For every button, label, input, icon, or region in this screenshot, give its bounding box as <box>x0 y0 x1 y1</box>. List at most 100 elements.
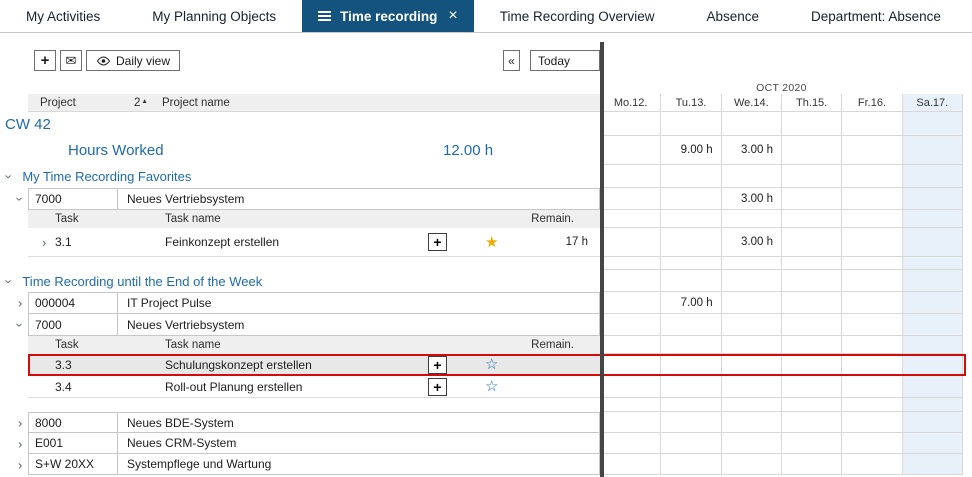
project-name-cell[interactable]: Neues Vertriebsystem <box>118 188 600 210</box>
day-cell[interactable] <box>600 433 660 454</box>
chevron-down-icon[interactable] <box>14 323 27 327</box>
day-cell[interactable] <box>721 314 781 336</box>
tab-my-activities[interactable]: My Activities <box>0 0 126 32</box>
project-name-cell[interactable]: Neues Vertriebsystem <box>118 314 600 336</box>
day-cell[interactable] <box>781 112 841 136</box>
day-cell[interactable] <box>841 398 901 412</box>
day-cell[interactable] <box>841 454 901 475</box>
day-cell[interactable] <box>781 454 841 475</box>
day-cell[interactable]: 7.00 h <box>660 292 720 314</box>
day-cell[interactable] <box>841 228 901 257</box>
day-cell[interactable] <box>902 314 963 336</box>
project-code-cell[interactable]: S+W 20XX <box>28 454 118 475</box>
day-cell[interactable] <box>841 112 901 136</box>
day-cell[interactable] <box>600 210 660 228</box>
day-cell[interactable] <box>902 433 963 454</box>
day-cell[interactable] <box>841 433 901 454</box>
day-cell[interactable] <box>781 354 841 376</box>
star-outline-icon[interactable] <box>485 379 498 394</box>
day-cell[interactable] <box>660 165 720 188</box>
day-cell[interactable] <box>600 292 660 314</box>
day-cell[interactable] <box>781 228 841 257</box>
day-cell[interactable] <box>841 292 901 314</box>
day-cell[interactable] <box>841 336 901 354</box>
day-cell[interactable] <box>721 165 781 188</box>
tab-time-recording-overview[interactable]: Time Recording Overview <box>474 0 681 32</box>
day-cell[interactable] <box>841 412 901 433</box>
day-cell[interactable] <box>721 210 781 228</box>
day-cell[interactable] <box>841 210 901 228</box>
day-cell[interactable] <box>600 257 660 270</box>
day-cell[interactable] <box>660 314 720 336</box>
day-cell[interactable] <box>902 136 963 165</box>
day-cell[interactable] <box>600 112 660 136</box>
chevron-down-icon[interactable] <box>3 279 16 283</box>
day-header-cell[interactable]: Fr.16. <box>841 94 901 112</box>
day-header-cell[interactable]: Mo.12. <box>600 94 660 112</box>
day-cell[interactable] <box>660 354 720 376</box>
day-cell[interactable]: 9.00 h <box>660 136 720 165</box>
day-cell[interactable] <box>902 412 963 433</box>
task-row[interactable]: 3.4 Roll-out Planung erstellen <box>28 376 600 398</box>
day-cell[interactable] <box>600 314 660 336</box>
add-time-entry-button[interactable] <box>428 378 447 396</box>
project-name-column-header[interactable]: Project name <box>162 97 230 109</box>
day-cell[interactable] <box>600 354 660 376</box>
day-cell[interactable] <box>902 292 963 314</box>
project-column-header[interactable]: Project <box>28 97 134 109</box>
day-cell[interactable] <box>841 354 901 376</box>
mail-button[interactable] <box>60 50 82 71</box>
day-cell[interactable] <box>600 270 660 292</box>
add-button[interactable] <box>34 50 56 71</box>
day-cell[interactable] <box>600 336 660 354</box>
day-cell[interactable]: 3.00 h <box>721 188 781 210</box>
day-cell[interactable] <box>721 292 781 314</box>
section-header-week-end[interactable]: Time Recording until the End of the Week <box>0 270 600 292</box>
day-cell[interactable] <box>721 398 781 412</box>
day-cell[interactable] <box>660 112 720 136</box>
project-code-cell[interactable]: 8000 <box>28 412 118 433</box>
day-cell[interactable] <box>781 136 841 165</box>
project-name-cell[interactable]: Neues CRM-System <box>118 433 600 454</box>
previous-week-button[interactable]: « <box>503 50 520 71</box>
day-cell[interactable] <box>600 228 660 257</box>
task-row[interactable]: 3.3 Schulungskonzept erstellen <box>28 354 600 376</box>
day-cell[interactable] <box>660 398 720 412</box>
day-cell[interactable] <box>721 433 781 454</box>
day-cell[interactable] <box>600 398 660 412</box>
day-cell[interactable] <box>600 376 660 398</box>
chevron-right-icon[interactable] <box>18 437 22 450</box>
chevron-right-icon[interactable] <box>18 416 22 429</box>
day-cell[interactable] <box>660 336 720 354</box>
add-time-entry-button[interactable] <box>428 356 447 374</box>
task-row[interactable]: 3.1 Feinkonzept erstellen 17 h <box>28 228 600 257</box>
day-cell[interactable] <box>781 314 841 336</box>
chevron-right-icon[interactable] <box>18 297 22 310</box>
day-cell[interactable] <box>660 210 720 228</box>
project-code-cell[interactable]: 7000 <box>28 314 118 336</box>
day-cell[interactable] <box>721 257 781 270</box>
day-cell[interactable] <box>721 270 781 292</box>
tab-my-planning-objects[interactable]: My Planning Objects <box>126 0 302 32</box>
tab-time-recording[interactable]: Time recording <box>302 0 474 32</box>
day-cell[interactable] <box>721 336 781 354</box>
day-cell[interactable] <box>660 454 720 475</box>
day-cell[interactable] <box>660 228 720 257</box>
day-cell[interactable] <box>721 354 781 376</box>
panel-splitter[interactable] <box>600 42 604 477</box>
day-cell[interactable] <box>781 376 841 398</box>
day-cell[interactable] <box>660 188 720 210</box>
day-cell[interactable] <box>841 165 901 188</box>
day-cell[interactable] <box>902 188 963 210</box>
day-cell[interactable] <box>721 454 781 475</box>
day-header-cell[interactable]: Tu.13. <box>660 94 720 112</box>
chevron-down-icon[interactable] <box>3 174 16 178</box>
today-button[interactable]: Today <box>530 50 600 71</box>
star-filled-icon[interactable] <box>485 235 498 250</box>
day-cell[interactable] <box>902 257 963 270</box>
chevron-right-icon[interactable] <box>18 458 22 471</box>
close-tab-icon[interactable] <box>448 8 457 24</box>
day-cell[interactable] <box>841 314 901 336</box>
day-cell[interactable] <box>841 376 901 398</box>
day-cell[interactable] <box>902 228 963 257</box>
